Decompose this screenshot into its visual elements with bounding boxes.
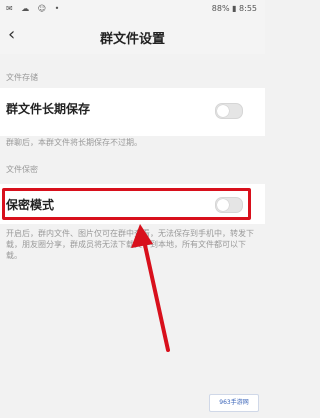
annotation-arrow: [131, 224, 170, 352]
watermark-logo: 963手游网: [209, 394, 259, 412]
